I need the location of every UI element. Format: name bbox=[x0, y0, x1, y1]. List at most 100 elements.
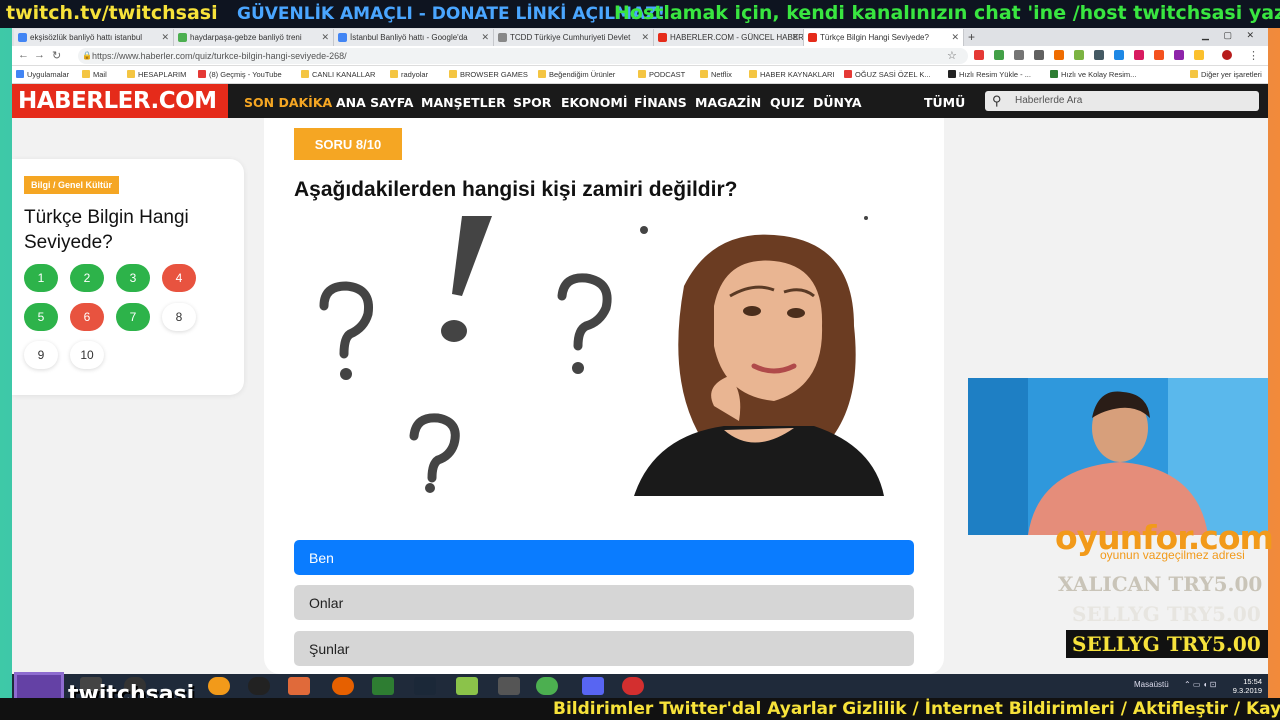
question-text: Aşağıdakilerden hangisi kişi zamiri deği… bbox=[294, 178, 738, 201]
bookmark-item[interactable]: Hızlı Resim Yükle - ... bbox=[948, 70, 1031, 79]
browser-tab[interactable]: TCDD Türkiye Cumhuriyeti Devlet ✕ bbox=[494, 29, 654, 46]
close-icon[interactable]: ✕ bbox=[481, 32, 489, 43]
extension-icon[interactable] bbox=[1134, 50, 1144, 60]
system-clock[interactable]: 15:54 9.3.2019 bbox=[1233, 677, 1262, 695]
bookmark-item[interactable]: HESAPLARIM bbox=[127, 70, 186, 79]
folder-icon bbox=[638, 70, 646, 78]
answer-option-3[interactable]: Şunlar bbox=[294, 631, 914, 666]
question-nav-5[interactable]: 5 bbox=[24, 303, 58, 331]
nav-finans[interactable]: FİNANS bbox=[634, 95, 687, 110]
bookmarks-bar: Uygulamalar Mail HESAPLARIM (8) Geçmiş -… bbox=[12, 66, 1268, 84]
question-counter: SORU 8/10 bbox=[294, 128, 402, 160]
quiz-sidebar: Bilgi / Genel Kültür Türkçe Bilgin Hangi… bbox=[12, 159, 244, 395]
obs-icon[interactable] bbox=[248, 677, 270, 695]
nav-ana-sayfa[interactable]: ANA SAYFA bbox=[336, 95, 413, 110]
new-tab-icon[interactable]: + bbox=[968, 30, 975, 44]
browser-tab[interactable]: HABERLER.COM - GÜNCEL HABER ✕ bbox=[654, 29, 804, 46]
bookmark-item[interactable]: HABER KAYNAKLARI bbox=[749, 70, 834, 79]
bookmark-item[interactable]: Netflix bbox=[700, 70, 732, 79]
bookmark-label: Netflix bbox=[711, 70, 732, 79]
clock-time: 15:54 bbox=[1243, 677, 1262, 686]
bookmark-item[interactable]: Mail bbox=[82, 70, 107, 79]
question-nav-7[interactable]: 7 bbox=[116, 303, 150, 331]
star-icon[interactable]: ☆ bbox=[947, 49, 957, 62]
question-nav-1[interactable]: 1 bbox=[24, 264, 58, 292]
category-badge[interactable]: Bilgi / Genel Kültür bbox=[24, 176, 120, 194]
browser-tab[interactable]: İstanbul Banliyö hattı - Google'da ✕ bbox=[334, 29, 494, 46]
question-nav-3[interactable]: 3 bbox=[116, 264, 150, 292]
nav-quiz[interactable]: QUIZ bbox=[770, 95, 805, 110]
nav-son-dakika[interactable]: SON DAKİKA bbox=[244, 95, 332, 110]
question-nav-2[interactable]: 2 bbox=[70, 264, 104, 292]
lock-icon: 🔒 bbox=[82, 51, 92, 60]
question-nav-4[interactable]: 4 bbox=[162, 264, 196, 292]
extension-icon[interactable] bbox=[1114, 50, 1124, 60]
opera-icon[interactable] bbox=[622, 677, 644, 695]
extension-icon[interactable] bbox=[974, 50, 984, 60]
extension-icon[interactable] bbox=[1074, 50, 1084, 60]
bookmark-item[interactable]: (8) Geçmiş - YouTube bbox=[198, 70, 282, 79]
photos-icon[interactable] bbox=[456, 677, 478, 695]
extension-icon[interactable] bbox=[1174, 50, 1184, 60]
nav-mansetler[interactable]: MANŞETLER bbox=[421, 95, 506, 110]
stream-bottom-ticker: Bildirimler Twitter'dal Ayarlar Gizlilik… bbox=[0, 698, 1280, 720]
extension-icon[interactable] bbox=[1154, 50, 1164, 60]
app-icon[interactable] bbox=[208, 677, 230, 695]
extension-icon[interactable] bbox=[994, 50, 1004, 60]
close-icon[interactable]: ✕ bbox=[791, 32, 799, 43]
answer-option-2[interactable]: Onlar bbox=[294, 585, 914, 620]
bookmark-item[interactable]: BROWSER GAMES bbox=[449, 70, 528, 79]
extension-icon[interactable] bbox=[1054, 50, 1064, 60]
menu-dots-icon[interactable]: ⋮ bbox=[1248, 49, 1259, 62]
tray-icons[interactable]: ⌃ ▭ ◖ ⊡ bbox=[1184, 680, 1216, 689]
browser-tab[interactable]: haydarpaşa-gebze banliyö treni ✕ bbox=[174, 29, 334, 46]
window-controls[interactable]: ▁ ▢ ✕ bbox=[1202, 30, 1260, 41]
bookmark-item[interactable]: PODCAST bbox=[638, 70, 685, 79]
answer-option-1[interactable]: Ben bbox=[294, 540, 914, 575]
apps-icon bbox=[16, 70, 24, 78]
bookmark-item[interactable]: radyolar bbox=[390, 70, 428, 79]
profile-avatar-icon[interactable] bbox=[1222, 50, 1232, 60]
question-nav-6[interactable]: 6 bbox=[70, 303, 104, 331]
close-icon[interactable]: ✕ bbox=[951, 32, 959, 43]
question-nav-9[interactable]: 9 bbox=[24, 341, 58, 369]
search-input[interactable]: ⚲ Haberlerde Ara bbox=[985, 91, 1259, 111]
firefox-icon[interactable] bbox=[332, 677, 354, 695]
microphone-icon[interactable] bbox=[1094, 50, 1104, 60]
bookmark-item[interactable]: Hızlı ve Kolay Resim... bbox=[1050, 70, 1136, 79]
nav-tumu[interactable]: TÜMÜ bbox=[924, 95, 965, 110]
close-icon[interactable]: ✕ bbox=[161, 32, 169, 43]
bookmark-item[interactable]: Beğendiğim Ürünler bbox=[538, 70, 615, 79]
microphone-icon[interactable] bbox=[288, 677, 310, 695]
question-nav-8[interactable]: 8 bbox=[162, 303, 196, 331]
excel-icon[interactable] bbox=[372, 677, 394, 695]
forward-icon[interactable]: → bbox=[34, 49, 45, 61]
bookmark-item[interactable]: Uygulamalar bbox=[16, 70, 69, 79]
browser-tab[interactable]: ekşisözlük banliyö hattı istanbul ✕ bbox=[14, 29, 174, 46]
bookmark-item[interactable]: CANLI KANALLAR bbox=[301, 70, 375, 79]
app-icon[interactable] bbox=[498, 677, 520, 695]
extension-icon[interactable] bbox=[1194, 50, 1204, 60]
stream-warning-text: GÜVENLİK AMAÇLI - DONATE LİNKİ AÇILMAZ! bbox=[237, 4, 666, 24]
steam-icon[interactable] bbox=[414, 677, 436, 695]
close-icon[interactable]: ✕ bbox=[321, 32, 329, 43]
stream-channel-url: twitch.tv/twitchsasi bbox=[6, 2, 218, 24]
chrome-icon[interactable] bbox=[536, 677, 558, 695]
bookmark-item[interactable]: Diğer yer işaretleri bbox=[1190, 70, 1262, 79]
discord-icon[interactable] bbox=[582, 677, 604, 695]
nav-ekonomi[interactable]: EKONOMİ bbox=[561, 95, 627, 110]
close-icon[interactable]: ✕ bbox=[641, 32, 649, 43]
nav-dunya[interactable]: DÜNYA bbox=[813, 95, 862, 110]
reload-icon[interactable]: ↻ bbox=[52, 49, 61, 62]
question-nav-10[interactable]: 10 bbox=[70, 341, 104, 369]
nav-magazin[interactable]: MAGAZİN bbox=[695, 95, 761, 110]
browser-tab-active[interactable]: Türkçe Bilgin Hangi Seviyede? ✕ bbox=[804, 29, 964, 46]
nav-spor[interactable]: SPOR bbox=[513, 95, 551, 110]
desktop-label[interactable]: Masaüstü bbox=[1134, 680, 1169, 689]
url-field[interactable]: 🔒 https://www.haberler.com/quiz/turkce-b… bbox=[78, 48, 968, 64]
extension-icon[interactable] bbox=[1014, 50, 1024, 60]
back-icon[interactable]: ← bbox=[18, 49, 29, 61]
bookmark-item[interactable]: OĞUZ SASİ ÖZEL K... bbox=[844, 70, 931, 79]
site-logo[interactable]: HABERLER.COM bbox=[12, 84, 228, 118]
download-icon[interactable] bbox=[1034, 50, 1044, 60]
